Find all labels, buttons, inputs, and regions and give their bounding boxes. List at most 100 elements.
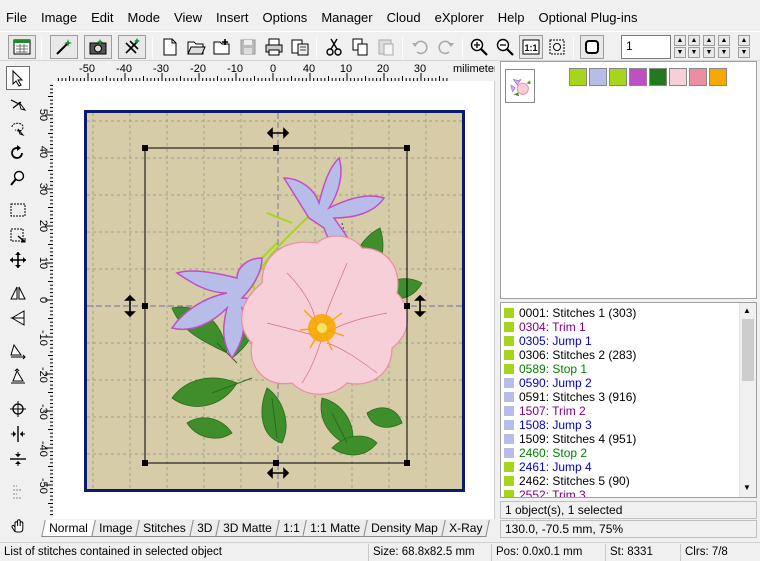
thread-color-swatch: [504, 392, 514, 402]
palette-swatch-6[interactable]: [669, 68, 687, 86]
scroll-up-icon[interactable]: ▲: [743, 306, 751, 315]
embroidery-hoop[interactable]: [84, 110, 465, 492]
cut-button[interactable]: [322, 35, 346, 59]
object-list-row[interactable]: 0305: Jump 1: [504, 334, 592, 348]
object-list-row[interactable]: 0591: Stitches 3 (916): [504, 390, 636, 404]
tab-normal[interactable]: Normal: [41, 520, 96, 537]
stitch-next-10-button[interactable]: ▼: [688, 47, 700, 58]
menu-image[interactable]: Image: [34, 8, 84, 28]
resize-frame-icon: [10, 228, 26, 243]
object-list-row[interactable]: 2462: Stitches 5 (90): [504, 474, 630, 488]
palette-swatch-3[interactable]: [609, 68, 627, 86]
stitch-next-object-button[interactable]: ▼: [738, 47, 750, 58]
stitch-prev-10-button[interactable]: ▲: [688, 35, 700, 46]
zoom-in-button[interactable]: [467, 35, 491, 59]
cross-stitch-button[interactable]: [118, 35, 146, 59]
object-list-row-label: 0304: Trim 1: [519, 320, 586, 334]
center-horizontal-icon: [11, 426, 25, 442]
app-window: File Image Edit Mode View Insert Options…: [0, 0, 760, 561]
zoom-out-button[interactable]: [493, 35, 517, 59]
hand-tool[interactable]: [6, 513, 30, 537]
palette-swatch-7[interactable]: [689, 68, 707, 86]
object-list-row-label: 2461: Jump 4: [519, 460, 592, 474]
scroll-thumb[interactable]: [742, 319, 754, 381]
object-list-row[interactable]: 1507: Trim 2: [504, 404, 586, 418]
menu-optional-plugins[interactable]: Optional Plug-ins: [531, 8, 644, 28]
print-preview-button[interactable]: [288, 35, 312, 59]
object-list-scrollbar[interactable]: ▲ ▼: [739, 303, 756, 497]
stitch-next-color-button[interactable]: ▼: [718, 47, 730, 58]
skew-vertical-icon: [11, 368, 25, 384]
print-button[interactable]: [262, 35, 286, 59]
select-tool[interactable]: [6, 66, 30, 90]
zoom-to-fit-button[interactable]: [545, 35, 569, 59]
stitch-prev-100-button[interactable]: ▲: [703, 35, 715, 46]
object-list-row[interactable]: 1508: Jump 3: [504, 418, 592, 432]
tab-3d-matte[interactable]: 3D Matte: [215, 520, 280, 537]
design-thumbnail[interactable]: [505, 69, 535, 103]
photo-stitch-button[interactable]: [84, 35, 112, 59]
object-list-row-label: 0305: Jump 1: [519, 334, 592, 348]
object-list-row[interactable]: 2460: Stop 2: [504, 446, 587, 460]
menu-mode[interactable]: Mode: [121, 8, 168, 28]
palette-swatch-2[interactable]: [589, 68, 607, 86]
object-list-row[interactable]: 0304: Trim 1: [504, 320, 586, 334]
palette-swatch-1[interactable]: [569, 68, 587, 86]
stitch-next-100-button[interactable]: ▼: [703, 47, 715, 58]
palette-swatch-8[interactable]: [709, 68, 727, 86]
menu-view[interactable]: View: [167, 8, 209, 28]
thread-color-swatch: [504, 336, 514, 346]
object-list-row[interactable]: 1509: Stitches 4 (951): [504, 432, 636, 446]
thread-color-swatch: [504, 406, 514, 416]
ruler-tick-label: -20: [37, 367, 49, 383]
open-button[interactable]: [184, 35, 208, 59]
tab-x-ray[interactable]: X-Ray: [441, 520, 491, 537]
copy-button[interactable]: [348, 35, 372, 59]
new-button[interactable]: [158, 35, 182, 59]
thread-color-swatch: [504, 490, 514, 497]
object-list[interactable]: 0001: Stitches 1 (303) 0304: Trim 1 0305: …: [500, 302, 757, 498]
palette-swatch-4[interactable]: [629, 68, 647, 86]
stitch-prev-color-button[interactable]: ▲: [718, 35, 730, 46]
object-list-row[interactable]: 0306: Stitches 2 (283): [504, 348, 636, 362]
insert-button[interactable]: [210, 35, 234, 59]
tab-density-map[interactable]: Density Map: [363, 520, 446, 537]
magic-wand-icon: [56, 39, 72, 55]
object-list-row[interactable]: 2552: Trim 3: [504, 488, 586, 497]
ruler-tick-label: -30: [153, 63, 169, 75]
stitch-prev-object-button[interactable]: ▲: [738, 35, 750, 46]
menu-insert[interactable]: Insert: [209, 8, 256, 28]
paste-button[interactable]: [374, 35, 398, 59]
stop-button[interactable]: [580, 35, 604, 59]
design-manager-button[interactable]: [8, 35, 36, 59]
stitch-number-input[interactable]: 1: [621, 35, 671, 59]
stitch-first-button[interactable]: ▲: [674, 35, 686, 46]
menu-manager[interactable]: Manager: [314, 8, 379, 28]
menu-explorer[interactable]: eXplorer: [428, 8, 491, 28]
menu-cloud[interactable]: Cloud: [380, 8, 428, 28]
design-canvas[interactable]: [53, 81, 495, 519]
tab-1-1-matte[interactable]: 1:1 Matte: [302, 520, 369, 537]
zoom-1-1-button[interactable]: 1:1: [519, 35, 543, 59]
print-preview-icon: [291, 39, 309, 56]
object-list-row[interactable]: 0001: Stitches 1 (303): [504, 306, 636, 320]
menu-options[interactable]: Options: [256, 8, 315, 28]
mirror-vertical-tool[interactable]: [6, 306, 30, 330]
menu-help[interactable]: Help: [491, 8, 532, 28]
tab-image[interactable]: Image: [90, 520, 140, 537]
object-list-row[interactable]: 0589: Stop 1: [504, 362, 587, 376]
scroll-down-icon[interactable]: ▼: [743, 483, 751, 492]
thread-color-swatch: [504, 420, 514, 430]
redo-button[interactable]: [434, 35, 458, 59]
object-list-row[interactable]: 2461: Jump 4: [504, 460, 592, 474]
undo-button[interactable]: [408, 35, 432, 59]
wizard-button[interactable]: [50, 35, 78, 59]
mirror-horizontal-icon: [10, 286, 26, 300]
menu-file[interactable]: File: [0, 8, 34, 28]
save-button[interactable]: [236, 35, 260, 59]
palette-swatch-5[interactable]: [649, 68, 667, 86]
tab-stitches[interactable]: Stitches: [135, 520, 194, 537]
stitch-last-button[interactable]: ▼: [674, 47, 686, 58]
object-list-row[interactable]: 0590: Jump 2: [504, 376, 592, 390]
menu-edit[interactable]: Edit: [84, 8, 120, 28]
